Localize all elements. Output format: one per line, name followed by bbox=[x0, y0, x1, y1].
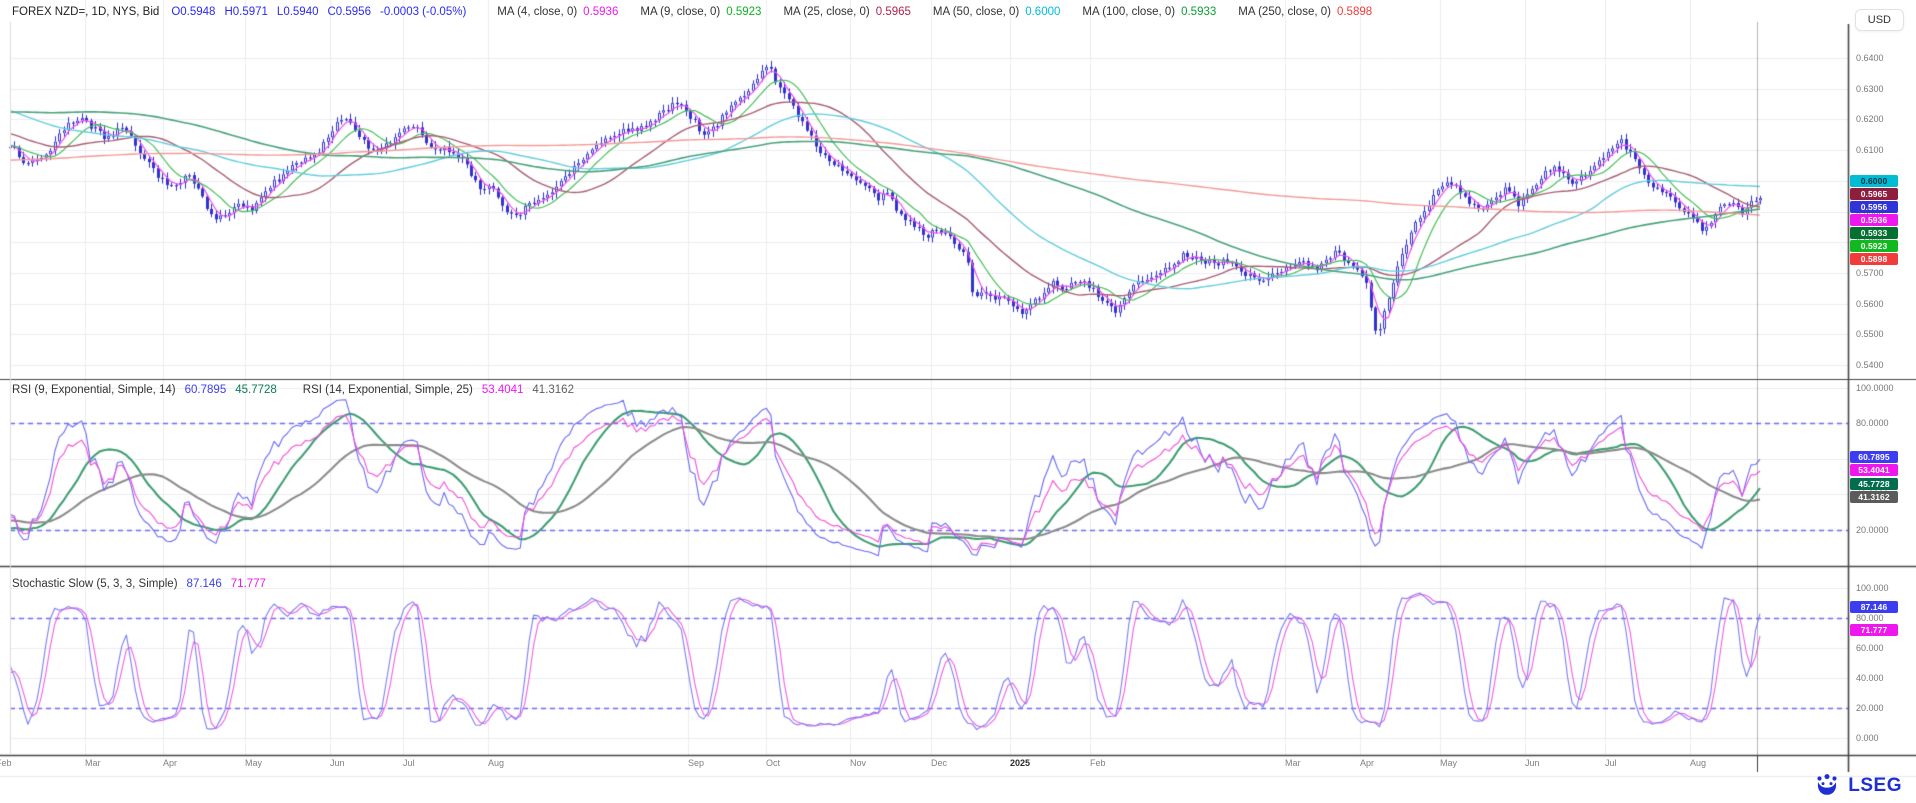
stochastic-label: Stochastic Slow (5, 3, 3, Simple) bbox=[12, 578, 178, 590]
time-axis-label: Jun bbox=[1525, 758, 1540, 768]
time-axis-label: May bbox=[245, 758, 262, 768]
time-axis-label: 2025 bbox=[1010, 758, 1030, 768]
price-axis-label: 0.6400 bbox=[1856, 53, 1884, 63]
stoch-badge: 71.777 bbox=[1850, 624, 1898, 636]
ma-legend-50[interactable]: MA (50, close, 0)0.6000 bbox=[933, 6, 1060, 18]
price-axis-label: 0.5700 bbox=[1856, 268, 1884, 278]
price-badge: 0.5933 bbox=[1850, 227, 1898, 239]
time-axis-label: Aug bbox=[488, 758, 504, 768]
rsi-axis-label: 20.0000 bbox=[1856, 525, 1889, 535]
time-axis-label: Jul bbox=[1605, 758, 1617, 768]
time-axis-label: Aug bbox=[1690, 758, 1706, 768]
stochastic-legend[interactable]: Stochastic Slow (5, 3, 3, Simple) 87.146… bbox=[12, 578, 266, 590]
stoch-axis-label: 0.000 bbox=[1856, 733, 1879, 743]
rsi-axis-label: 100.0000 bbox=[1856, 383, 1894, 393]
stochastic-pane[interactable] bbox=[0, 566, 1848, 755]
stoch-axis-label: 80.000 bbox=[1856, 613, 1884, 623]
rsi14-value: 53.4041 bbox=[482, 384, 524, 396]
price-axis-label: 0.5500 bbox=[1856, 329, 1884, 339]
ma-legend-100[interactable]: MA (100, close, 0)0.5933 bbox=[1082, 6, 1216, 18]
ma-legend-25[interactable]: MA (25, close, 0)0.5965 bbox=[783, 6, 910, 18]
time-axis-label: Oct bbox=[766, 758, 780, 768]
ohlc-change: -0.0003 (-0.05%) bbox=[380, 6, 466, 18]
lseg-crest-icon bbox=[1814, 773, 1841, 798]
lseg-logo: LSEG bbox=[1814, 773, 1902, 798]
price-badge: 0.6000 bbox=[1850, 175, 1898, 187]
stoch-axis-label: 100.000 bbox=[1856, 583, 1889, 593]
rsi9-value: 60.7895 bbox=[185, 384, 227, 396]
stoch-d-value: 71.777 bbox=[231, 578, 266, 590]
price-axis-label: 0.6100 bbox=[1856, 145, 1884, 155]
price-pane[interactable] bbox=[0, 22, 1848, 379]
rsi-badge: 53.4041 bbox=[1850, 464, 1898, 476]
lseg-logo-text: LSEG bbox=[1848, 775, 1902, 797]
price-badge: 0.5923 bbox=[1850, 240, 1898, 252]
rsi9-ma-value: 45.7728 bbox=[235, 384, 277, 396]
rsi-legend[interactable]: RSI (9, Exponential, Simple, 14) 60.7895… bbox=[12, 384, 574, 396]
stoch-badge: 87.146 bbox=[1850, 601, 1898, 613]
time-axis-label: Sep bbox=[688, 758, 704, 768]
time-axis-label: Mar bbox=[1285, 758, 1301, 768]
currency-button[interactable]: USD bbox=[1855, 9, 1904, 31]
stoch-axis-label: 40.000 bbox=[1856, 673, 1884, 683]
time-axis-label: May bbox=[1440, 758, 1457, 768]
price-axis-label: 0.5400 bbox=[1856, 360, 1884, 370]
price-badge: 0.5936 bbox=[1850, 214, 1898, 226]
rsi9-label: RSI (9, Exponential, Simple, 14) bbox=[12, 384, 176, 396]
ohlc-low: L0.5940 bbox=[277, 6, 319, 18]
price-badge: 0.5898 bbox=[1850, 253, 1898, 265]
ma-legend-9[interactable]: MA (9, close, 0)0.5923 bbox=[640, 6, 761, 18]
price-axis-label: 0.6200 bbox=[1856, 114, 1884, 124]
time-axis-label: Jul bbox=[403, 758, 415, 768]
stoch-k-value: 87.146 bbox=[187, 578, 222, 590]
instrument-title[interactable]: FOREX NZD=, 1D, NYS, Bid bbox=[12, 6, 159, 18]
time-axis-label: Mar bbox=[85, 758, 101, 768]
rsi-pane[interactable] bbox=[0, 379, 1848, 566]
price-badge: 0.5956 bbox=[1850, 201, 1898, 213]
ohlc-high: H0.5971 bbox=[224, 6, 267, 18]
time-axis-label: Feb bbox=[1090, 758, 1106, 768]
rsi14-ma-value: 41.3162 bbox=[532, 384, 574, 396]
price-badge: 0.5965 bbox=[1850, 188, 1898, 200]
rsi-axis-label: 80.0000 bbox=[1856, 418, 1889, 428]
ma-legend-4[interactable]: MA (4, close, 0)0.5936 bbox=[497, 6, 618, 18]
rsi14-label: RSI (14, Exponential, Simple, 25) bbox=[303, 384, 473, 396]
time-axis-label: Apr bbox=[163, 758, 177, 768]
stoch-axis-label: 60.000 bbox=[1856, 643, 1884, 653]
stoch-axis-label: 20.000 bbox=[1856, 703, 1884, 713]
time-axis-label: Dec bbox=[931, 758, 947, 768]
rsi-badge: 45.7728 bbox=[1850, 478, 1898, 490]
time-axis-label: Apr bbox=[1360, 758, 1374, 768]
time-axis-label: Jun bbox=[330, 758, 345, 768]
rsi-badge: 60.7895 bbox=[1850, 451, 1898, 463]
time-axis[interactable] bbox=[0, 755, 1848, 775]
price-axis-label: 0.5600 bbox=[1856, 299, 1884, 309]
ohlc-open: O0.5948 bbox=[171, 6, 215, 18]
ohlc-close: C0.5956 bbox=[328, 6, 371, 18]
chart-legend: FOREX NZD=, 1D, NYS, Bid O0.5948 H0.5971… bbox=[12, 0, 1372, 23]
ma-legend-250[interactable]: MA (250, close, 0)0.5898 bbox=[1238, 6, 1372, 18]
time-axis-label: Nov bbox=[850, 758, 866, 768]
rsi-badge: 41.3162 bbox=[1850, 491, 1898, 503]
time-axis-label: Feb bbox=[0, 758, 12, 768]
price-axis-label: 0.6300 bbox=[1856, 84, 1884, 94]
